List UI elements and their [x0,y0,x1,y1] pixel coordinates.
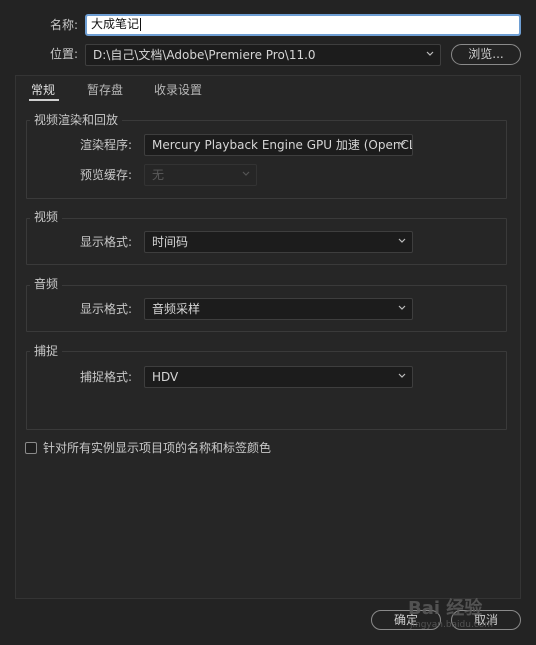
capture-format-value: HDV [152,370,179,384]
name-label: 名称: [50,18,79,32]
tab-general[interactable]: 常规 [31,82,55,98]
preview-cache-label: 预览缓存: [80,168,133,182]
project-name-value: 大成笔记 [91,17,140,31]
audio-display-format-value: 音频采样 [152,302,201,316]
audio-display-format-label: 显示格式: [80,302,133,316]
tab-ingest-settings[interactable]: 收录设置 [154,82,202,98]
baidu-watermark-url: jingyan.baidu.com [410,620,494,630]
capture-format-label: 捕捉格式: [80,370,133,384]
renderer-label: 渲染程序: [80,138,133,152]
video-display-format-select[interactable]: 时间码 [144,231,413,253]
capture-group [26,351,507,430]
capture-format-select[interactable]: HDV [144,366,413,388]
text-cursor [140,18,142,31]
renderer-select[interactable]: Mercury Playback Engine GPU 加速 (OpenCL) [144,134,413,156]
audio-group-title: 音频 [30,276,63,292]
chevron-down-icon [398,305,406,310]
location-select[interactable]: D:\自己\文档\Adobe\Premiere Pro\11.0 [85,44,441,66]
renderer-value: Mercury Playback Engine GPU 加速 (OpenCL) [152,138,413,152]
video-group-title: 视频 [30,209,63,225]
chevron-down-icon [398,238,406,243]
render-group-title: 视频渲染和回放 [30,112,123,128]
project-name-input[interactable]: 大成笔记 [85,14,521,36]
chevron-down-icon [398,141,406,146]
video-display-format-label: 显示格式: [80,235,133,249]
chevron-down-icon [242,171,250,176]
baidu-watermark-brand: Bai 经验 [408,598,483,619]
show-label-colors-checkbox[interactable] [25,442,37,454]
preview-cache-select: 无 [144,164,257,186]
browse-button[interactable]: 浏览... [451,44,521,65]
preview-cache-value: 无 [152,168,165,182]
location-value: D:\自己\文档\Adobe\Premiere Pro\11.0 [93,48,316,62]
tab-scratch-disks[interactable]: 暂存盘 [87,82,123,98]
active-tab-indicator [29,99,59,101]
chevron-down-icon [426,51,434,56]
audio-display-format-select[interactable]: 音频采样 [144,298,413,320]
chevron-down-icon [398,373,406,378]
location-label: 位置: [50,47,79,61]
capture-group-title: 捕捉 [30,343,63,359]
render-group [26,120,507,199]
show-label-colors-label: 针对所有实例显示项目项的名称和标签颜色 [43,441,272,455]
video-display-format-value: 时间码 [152,235,189,249]
